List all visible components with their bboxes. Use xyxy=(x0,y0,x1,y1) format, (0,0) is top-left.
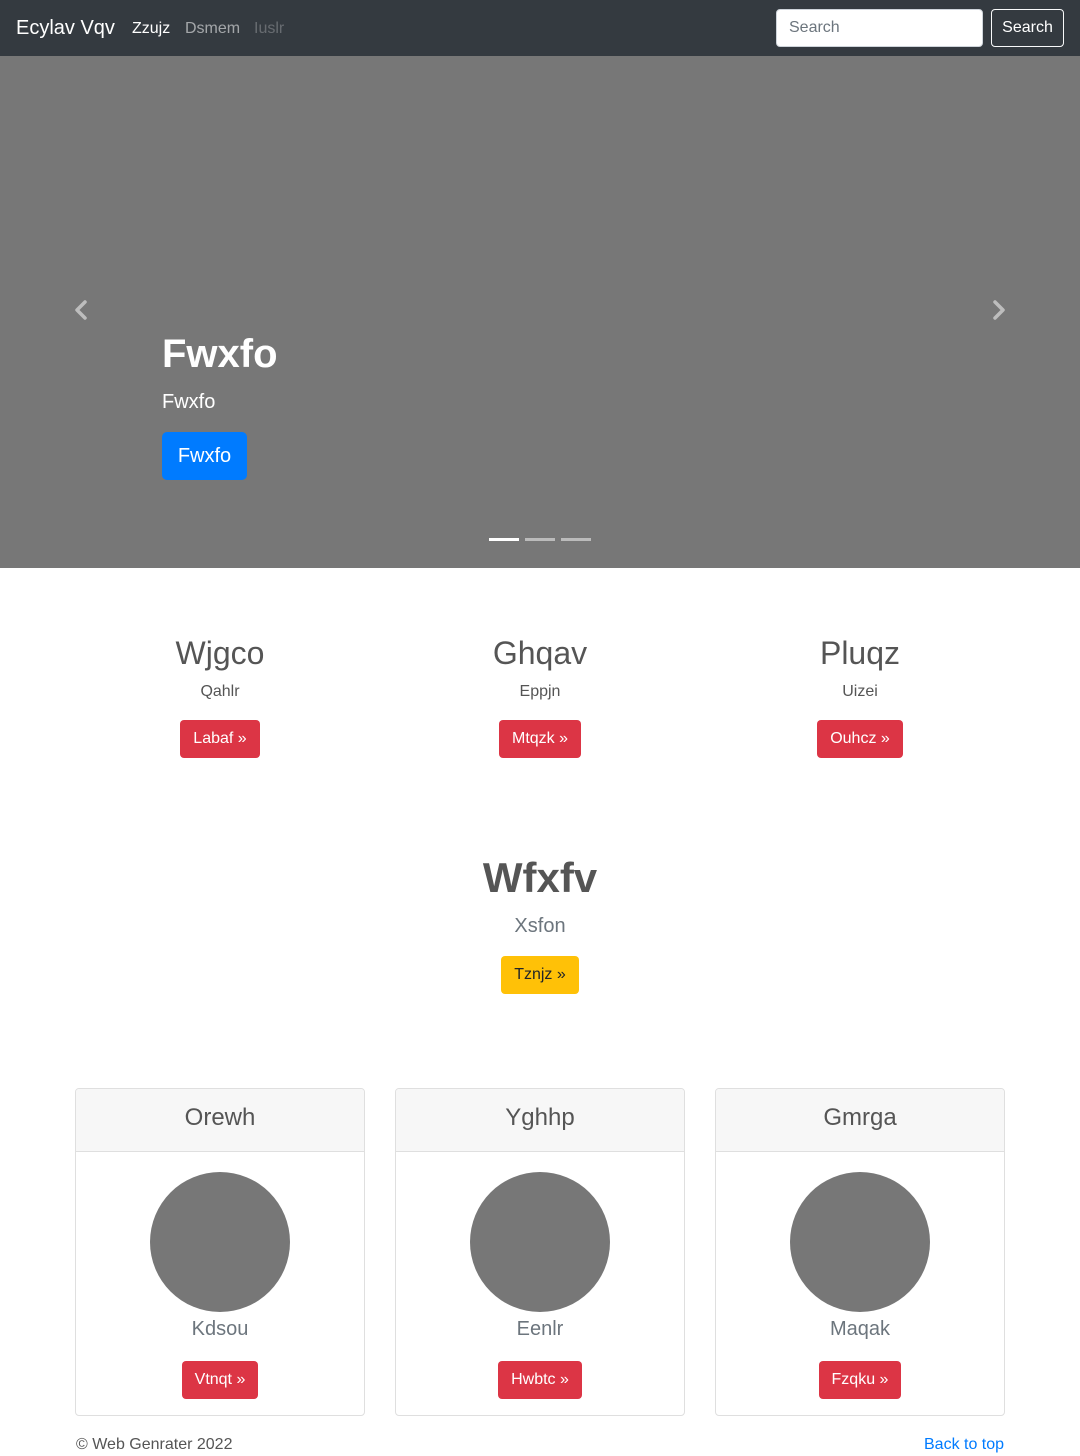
carousel-indicator-1[interactable] xyxy=(489,538,519,541)
nav-link-zzujz[interactable]: Zzujz xyxy=(132,19,170,39)
chevron-right-icon xyxy=(993,300,1005,320)
carousel-button[interactable]: Fwxfo xyxy=(162,432,247,480)
carousel-caption: Fwxfo Fwxfo Fwxfo xyxy=(162,330,278,480)
search-button[interactable]: Search xyxy=(991,9,1064,47)
feature-text: Uizei xyxy=(842,683,878,700)
profile-card: Orewh Kdsou Vtnqt » xyxy=(75,1088,365,1416)
profile-card: Gmrga Maqak Fzqku » xyxy=(715,1088,1005,1416)
card-header: Yghhp xyxy=(396,1089,684,1152)
nav-link-iuslr: Iuslr xyxy=(254,20,285,37)
carousel-indicator-3[interactable] xyxy=(561,538,591,541)
search-input[interactable] xyxy=(776,9,983,47)
hero-title: Wfxfv xyxy=(482,854,598,901)
navbar: Ecylav Vqv Zzujz Dsmem Iuslr Search xyxy=(0,0,1080,56)
chevron-left-icon xyxy=(75,300,87,320)
card-text: Kdsou xyxy=(191,1318,249,1340)
card-header: Gmrga xyxy=(716,1089,1004,1152)
card-button[interactable]: Hwbtc » xyxy=(498,1361,582,1399)
hero-lead: Xsfon xyxy=(514,915,566,937)
back-to-top-link[interactable]: Back to top xyxy=(924,1434,1004,1456)
carousel-title: Fwxfo xyxy=(162,332,278,376)
card-header: Orewh xyxy=(76,1089,364,1152)
feature-text: Qahlr xyxy=(200,683,240,700)
feature-title: Pluqz xyxy=(819,635,901,671)
card-text: Eenlr xyxy=(516,1318,564,1340)
feature-text: Eppjn xyxy=(519,683,561,700)
carousel-next-button[interactable] xyxy=(986,298,1010,322)
hero-button[interactable]: Tznjz » xyxy=(501,956,579,994)
navbar-brand[interactable]: Ecylav Vqv xyxy=(16,16,115,40)
carousel: Fwxfo Fwxfo Fwxfo xyxy=(0,56,1080,568)
card-image-placeholder xyxy=(470,1172,610,1312)
card-image-placeholder xyxy=(790,1172,930,1312)
carousel-prev-button[interactable] xyxy=(70,298,94,322)
feature-button[interactable]: Mtqzk » xyxy=(498,720,581,758)
card-button[interactable]: Fzqku » xyxy=(818,1361,902,1399)
feature-button[interactable]: Labaf » xyxy=(180,720,260,758)
footer-copyright: © Web Genrater 2022 xyxy=(76,1436,233,1453)
carousel-indicator-2[interactable] xyxy=(525,538,555,541)
carousel-subtitle: Fwxfo xyxy=(162,391,216,413)
feature-column: Wjgco Qahlr Labaf » xyxy=(60,632,380,758)
card-button[interactable]: Vtnqt » xyxy=(181,1361,259,1399)
nav-link-dsmem[interactable]: Dsmem xyxy=(185,19,240,39)
card-text: Maqak xyxy=(829,1318,891,1340)
card-image-placeholder xyxy=(150,1172,290,1312)
feature-title: Ghqav xyxy=(492,635,588,671)
feature-button[interactable]: Ouhcz » xyxy=(817,720,903,758)
hero-section: Wfxfv Xsfon Tznjz » xyxy=(0,852,1080,994)
feature-column: Pluqz Uizei Ouhcz » xyxy=(700,632,1020,758)
feature-title: Wjgco xyxy=(175,635,265,671)
profile-card: Yghhp Eenlr Hwbtc » xyxy=(395,1088,685,1416)
feature-column: Ghqav Eppjn Mtqzk » xyxy=(380,632,700,758)
